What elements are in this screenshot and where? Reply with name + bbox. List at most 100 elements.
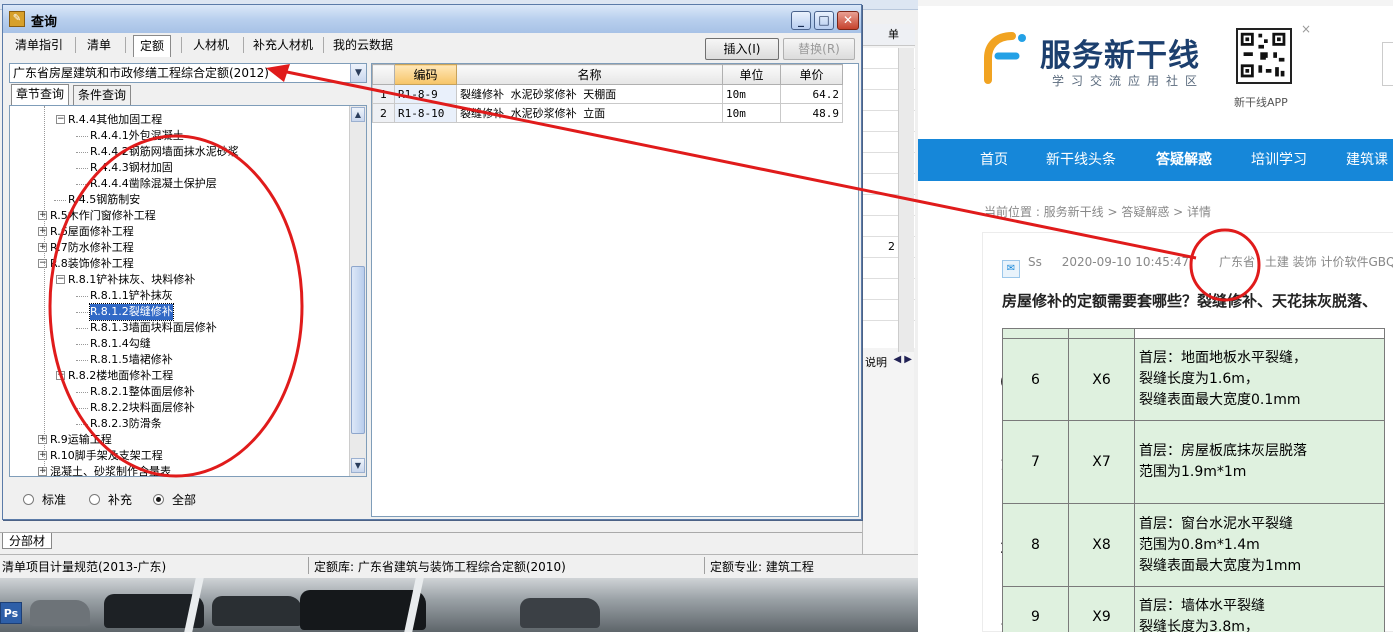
side-widget[interactable] [1382, 42, 1393, 86]
tab-labor-material-machine[interactable]: 人材机 [187, 35, 235, 57]
prev-next-arrows[interactable]: ◀ ▶ [893, 354, 912, 365]
tree-node[interactable]: R.8.1.3墙面块料面层修补 [90, 320, 217, 336]
tab-supplementary-lmm[interactable]: 补充人材机 [247, 35, 319, 57]
nav-home[interactable]: 首页 [980, 139, 1008, 181]
dialog-titlebar[interactable]: ✎ 查询 _ □ ✕ [3, 5, 861, 33]
tree-node[interactable]: R.5木作门窗修补工程 [50, 208, 156, 224]
tree-node[interactable]: R.8.2.2块料面层修补 [90, 400, 195, 416]
tab-my-cloud-data[interactable]: 我的云数据 [327, 35, 399, 57]
tab-chapter-search[interactable]: 章节查询 [11, 84, 70, 105]
tree-node[interactable]: R.8.2.1整体面层修补 [90, 384, 195, 400]
question-region[interactable]: 广东省 [1219, 255, 1255, 269]
expand-plus-icon[interactable]: + [38, 451, 47, 460]
question-title[interactable]: 房屋修补的定额需要套哪些？裂缝修补、天花抹灰脱落、 [1002, 290, 1377, 311]
table-cell [1002, 328, 1069, 339]
cell-price[interactable]: 48.9 [780, 103, 843, 123]
nav-building-course[interactable]: 建筑课 [1346, 139, 1388, 181]
column-header-name[interactable]: 名称 [456, 64, 723, 85]
quota-library-select[interactable]: 广东省房屋建筑和市政修缮工程综合定额(2012) ▼ [9, 63, 367, 83]
tree-node[interactable]: R.10脚手架及支架工程 [50, 448, 163, 464]
description-line: 首层：窗台水泥水平裂缝 [1139, 515, 1293, 532]
item-number: 7 [1002, 420, 1069, 504]
minimize-icon[interactable]: _ [791, 11, 811, 30]
chevron-down-icon[interactable]: ▼ [350, 64, 366, 82]
tree-node[interactable]: R.4.4其他加固工程 [68, 112, 162, 128]
radio-label: 全部 [172, 493, 197, 507]
scroll-thumb[interactable] [351, 266, 365, 434]
tab-quota[interactable]: 定额 [133, 35, 172, 57]
tree-node[interactable]: R.8.1.2裂缝修补 [89, 303, 174, 321]
item-description: 首层：墙体水平裂缝 裂缝长度为3.8m， [1134, 586, 1385, 632]
radio-all[interactable]: 全部 [153, 491, 196, 508]
radio-supplementary[interactable]: 补充 [89, 491, 132, 508]
tree-node[interactable]: R.8.1铲补抹灰、块料修补 [68, 272, 195, 288]
tree-node[interactable]: R.8.1.4勾缝 [90, 336, 151, 352]
tree-node[interactable]: R.8.1.1铲补抹灰 [90, 288, 173, 304]
grid-row[interactable]: 1 R1-8-9 裂缝修补 水泥砂浆修补 天棚面 10m 64.2 [372, 84, 843, 104]
grid-row[interactable]: 2 R1-8-10 裂缝修补 水泥砂浆修补 立面 10m 48.9 [372, 103, 843, 123]
avatar[interactable]: ✉ [1002, 260, 1020, 278]
radio-label: 标准 [42, 493, 67, 507]
tree-node[interactable]: R.9运输工程 [50, 432, 112, 448]
cell-price[interactable]: 64.2 [780, 84, 843, 104]
expand-plus-icon[interactable]: + [38, 467, 47, 476]
tree-node[interactable]: R.4.5钢筋制安 [68, 192, 140, 208]
background-right-panel: 单 2 说明 ◀ ▶ [862, 24, 915, 554]
radio-standard[interactable]: 标准 [23, 491, 66, 508]
collapse-minus-icon[interactable]: − [56, 371, 65, 380]
tree-node[interactable]: R.4.4.2钢筋网墙面抹水泥砂浆 [90, 144, 239, 160]
brand-slogan: 学习交流应用社区 [1052, 74, 1205, 88]
tab-bill-guide[interactable]: 清单指引 [9, 35, 69, 57]
background-scrollbar[interactable] [898, 48, 914, 352]
cell-unit[interactable]: 10m [722, 103, 781, 123]
tree-node[interactable]: R.4.4.4凿除混凝土保护层 [90, 176, 217, 192]
expand-plus-icon[interactable]: + [38, 243, 47, 252]
column-header-unit[interactable]: 单位 [722, 64, 781, 85]
status-bar: 清单项目计量规范(2013-广东) 定额库: 广东省建筑与装饰工程综合定额(20… [0, 554, 918, 576]
scroll-down-icon[interactable]: ▼ [351, 458, 365, 473]
tree-node[interactable]: R.8.2.3防滑条 [90, 416, 162, 432]
maximize-icon[interactable]: □ [814, 11, 834, 30]
question-user[interactable]: Ss [1028, 255, 1042, 269]
collapse-minus-icon[interactable]: − [56, 115, 65, 124]
tab-bill[interactable]: 清单 [81, 35, 117, 57]
row-index[interactable]: 2 [372, 103, 395, 123]
tab-condition-search[interactable]: 条件查询 [73, 85, 132, 105]
column-header-price[interactable]: 单价 [780, 64, 843, 85]
tree-node[interactable]: R.8.2楼地面修补工程 [68, 368, 173, 384]
nav-headlines[interactable]: 新干线头条 [1046, 139, 1116, 181]
tree-scrollbar[interactable]: ▲ ▼ [349, 106, 366, 476]
tree-node[interactable]: R.8装饰修补工程 [50, 256, 134, 272]
insert-button[interactable]: 插入(I) [705, 38, 779, 60]
query-dialog: ✎ 查询 _ □ ✕ 清单指引 清单 定额 人材机 补充人材机 我的云数据 插入… [2, 4, 862, 520]
tree-node[interactable]: R.6屋面修补工程 [50, 224, 134, 240]
nav-training[interactable]: 培训学习 [1251, 139, 1307, 181]
cell-name[interactable]: 裂缝修补 水泥砂浆修补 立面 [456, 103, 723, 123]
collapse-minus-icon[interactable]: − [38, 259, 47, 268]
expand-plus-icon[interactable]: + [38, 227, 47, 236]
tab-sub-division[interactable]: 分部材 [2, 533, 53, 549]
description-line: 首层：地面地板水平裂缝， [1139, 350, 1307, 366]
tree-node[interactable]: R.4.4.1外包混凝土 [90, 128, 184, 144]
cell-unit[interactable]: 10m [722, 84, 781, 104]
expand-plus-icon[interactable]: + [38, 211, 47, 220]
cell-code[interactable]: R1-8-9 [394, 84, 457, 104]
row-index[interactable]: 1 [372, 84, 395, 104]
close-icon[interactable]: × [1301, 22, 1311, 36]
tree-node[interactable]: R.8.1.5墙裙修补 [90, 352, 173, 368]
cell-code[interactable]: R1-8-10 [394, 103, 457, 123]
expand-plus-icon[interactable]: + [38, 435, 47, 444]
close-icon[interactable]: ✕ [837, 11, 859, 30]
photoshop-taskbar-icon[interactable]: Ps [0, 602, 22, 624]
collapse-minus-icon[interactable]: − [56, 275, 65, 284]
tree-node[interactable]: R.4.4.3钢材加固 [90, 160, 173, 176]
question-tags[interactable]: 土建 装饰 计价软件GBQ4 [1265, 255, 1393, 269]
scroll-up-icon[interactable]: ▲ [351, 107, 365, 122]
nav-qa[interactable]: 答疑解惑 [1156, 139, 1212, 181]
radio-label: 补充 [108, 493, 133, 507]
replace-button[interactable]: 替换(R) [783, 38, 855, 60]
tree-node[interactable]: 混凝土、砂浆制作含量表 [50, 464, 171, 476]
tree-node[interactable]: R.7防水修补工程 [50, 240, 134, 256]
column-header-code[interactable]: 编码 [394, 64, 457, 85]
cell-name[interactable]: 裂缝修补 水泥砂浆修补 天棚面 [456, 84, 723, 104]
